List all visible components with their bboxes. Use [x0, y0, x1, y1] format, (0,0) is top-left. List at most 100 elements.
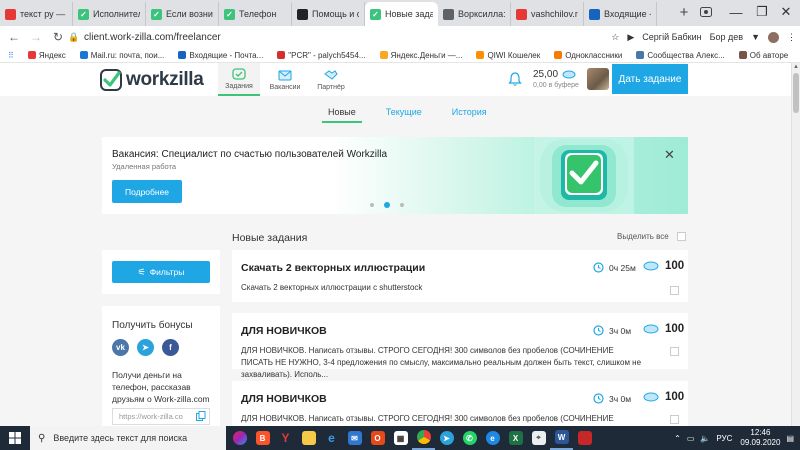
bookmark-item[interactable]: Сообщества Алекс...: [636, 51, 725, 60]
task-card[interactable]: ДЛЯ НОВИЧКОВ ДЛЯ НОВИЧКОВ. Написать отзыв…: [232, 381, 688, 426]
language-indicator[interactable]: РУС: [716, 434, 732, 443]
browser-tab[interactable]: ✓ Исполнитель: [73, 2, 146, 26]
taskbar-app-red[interactable]: [573, 426, 596, 450]
clock[interactable]: 12:46 09.09.2020: [740, 428, 780, 448]
scroll-up-icon[interactable]: ▲: [793, 64, 799, 70]
task-title[interactable]: ДЛЯ НОВИЧКОВ: [241, 393, 327, 405]
carousel-dot[interactable]: [400, 203, 404, 207]
taskbar-search[interactable]: ⚲ Введите здесь текст для поиска: [30, 426, 226, 450]
browser-tab[interactable]: Входящие - П: [584, 2, 657, 26]
bookmark-item[interactable]: Одноклассники: [554, 51, 622, 60]
browser-tab[interactable]: ✓ Если возникл: [146, 2, 219, 26]
task-title[interactable]: Скачать 2 векторных иллюстрации: [241, 262, 425, 274]
create-task-button[interactable]: Дать задание: [612, 64, 688, 94]
browser-tab[interactable]: Ворксилла: ка: [438, 2, 511, 26]
extension-avatar-icon[interactable]: [768, 31, 779, 43]
task-card[interactable]: ДЛЯ НОВИЧКОВ ДЛЯ НОВИЧКОВ. Написать отзыв…: [232, 313, 688, 379]
back-button[interactable]: ←: [6, 29, 22, 45]
new-tab-button[interactable]: +: [674, 3, 694, 21]
taskbar-telegram[interactable]: ➤: [435, 426, 458, 450]
bookmark-label: Яндекс.Деньги —...: [390, 50, 463, 60]
browser-tab[interactable]: ✓ Новые задан: [365, 2, 438, 26]
workzilla-logo[interactable]: workzilla: [100, 69, 204, 91]
copy-icon[interactable]: [196, 411, 206, 421]
taskbar-app-store[interactable]: [228, 426, 251, 450]
extension-badge[interactable]: Бор дев: [710, 32, 743, 42]
vk-icon[interactable]: vk: [112, 339, 129, 356]
volume-icon[interactable]: 🔈: [700, 434, 710, 443]
notifications-bell-icon[interactable]: [507, 71, 523, 87]
tab-search-button[interactable]: [696, 3, 716, 21]
subtab-item[interactable]: Новые: [322, 107, 362, 123]
bookmark-item[interactable]: Об авторе: [738, 51, 788, 60]
bookmark-item[interactable]: "PCR" - palych5454...: [277, 51, 366, 60]
select-all[interactable]: Выделить все: [617, 232, 686, 241]
bookmark-item[interactable]: Входящие - Почта...: [178, 51, 263, 60]
nav-vacancies[interactable]: Вакансии: [264, 63, 306, 96]
taskbar-explorer[interactable]: [297, 426, 320, 450]
telegram-icon[interactable]: ➤: [137, 339, 154, 356]
profile-name[interactable]: Сергій Бабкин: [642, 32, 701, 42]
carousel-dot[interactable]: [384, 202, 390, 208]
browser-tab[interactable]: vashchilov.ru: [511, 2, 584, 26]
taskbar-yandex[interactable]: Y: [274, 426, 297, 450]
notifications-icon[interactable]: ▤: [786, 434, 794, 443]
balance-amount: 25,00: [533, 69, 559, 80]
extensions-icon[interactable]: ▼: [751, 32, 760, 42]
taskbar-mail[interactable]: ✉: [343, 426, 366, 450]
subtab-item[interactable]: Текущие: [380, 107, 428, 123]
avatar[interactable]: [587, 68, 609, 90]
facebook-icon[interactable]: f: [162, 339, 179, 356]
taskbar-maps[interactable]: ⌖: [527, 426, 550, 450]
nav-tasks[interactable]: Задания: [218, 63, 260, 96]
task-checkbox[interactable]: [670, 415, 679, 424]
task-checkbox[interactable]: [670, 347, 679, 356]
carousel-dot[interactable]: [370, 203, 374, 207]
page-scrollbar[interactable]: ▲: [791, 63, 800, 426]
balance-block[interactable]: 25,00 0,00 в буфере: [533, 69, 579, 89]
task-checkbox[interactable]: [670, 286, 679, 295]
banner-more-button[interactable]: Подробнее: [112, 180, 182, 203]
forward-button[interactable]: →: [28, 29, 44, 45]
taskbar-excel[interactable]: X: [504, 426, 527, 450]
address-bar[interactable]: 🔒 client.work-zilla.com/freelancer: [68, 28, 528, 46]
apps-grid-icon[interactable]: ⠿: [8, 51, 14, 60]
taskbar-ie[interactable]: e: [320, 426, 343, 450]
star-icon[interactable]: ☆: [611, 32, 619, 43]
network-icon[interactable]: ▭: [687, 434, 695, 443]
show-hidden-icons-icon[interactable]: ⌃: [674, 434, 681, 443]
task-time-value: 3ч 0м: [609, 393, 632, 404]
taskbar-brave[interactable]: B: [251, 426, 274, 450]
browser-tab[interactable]: Помощь и сл: [292, 2, 365, 26]
minimize-button[interactable]: —: [722, 0, 750, 24]
browser-tab[interactable]: ✓ Телефон: [219, 2, 292, 26]
reload-button[interactable]: ↻: [50, 29, 66, 45]
taskbar-word[interactable]: W: [550, 426, 573, 450]
taskbar-edge[interactable]: e: [481, 426, 504, 450]
task-price: 100: [643, 391, 684, 403]
bookmark-item[interactable]: QIWI Кошелек: [476, 51, 540, 60]
bookmark-item[interactable]: Mail.ru: почта, пои...: [79, 51, 164, 60]
bookmark-item[interactable]: Яндекс: [27, 51, 66, 60]
start-button[interactable]: [0, 426, 30, 450]
address-url: client.work-zilla.com/freelancer: [84, 31, 221, 43]
filters-button[interactable]: ⚟ Фильтры: [112, 261, 210, 283]
taskbar-whatsapp[interactable]: ✆: [458, 426, 481, 450]
scrollbar-thumb[interactable]: [793, 73, 799, 113]
close-icon[interactable]: ✕: [664, 147, 675, 163]
taskbar-office[interactable]: O: [366, 426, 389, 450]
bookmark-favicon-icon: [277, 51, 286, 59]
select-all-checkbox[interactable]: [676, 232, 686, 241]
close-window-button[interactable]: ✕: [772, 0, 800, 24]
task-card[interactable]: Скачать 2 векторных иллюстрации Скачать 2…: [232, 250, 688, 302]
taskbar-calendar[interactable]: ▦: [389, 426, 412, 450]
menu-dots-icon[interactable]: ⋮: [787, 32, 796, 43]
task-title[interactable]: ДЛЯ НОВИЧКОВ: [241, 325, 327, 337]
media-play-icon[interactable]: ▶: [627, 32, 634, 43]
bookmark-item[interactable]: Яндекс.Деньги —...: [379, 50, 463, 60]
browser-tab[interactable]: текст ру — Ян: [0, 2, 73, 26]
bookmark-favicon-icon: [738, 51, 747, 59]
taskbar-chrome[interactable]: [412, 426, 435, 450]
subtab-item[interactable]: История: [446, 107, 493, 123]
nav-partner[interactable]: Партнёр: [310, 63, 352, 96]
